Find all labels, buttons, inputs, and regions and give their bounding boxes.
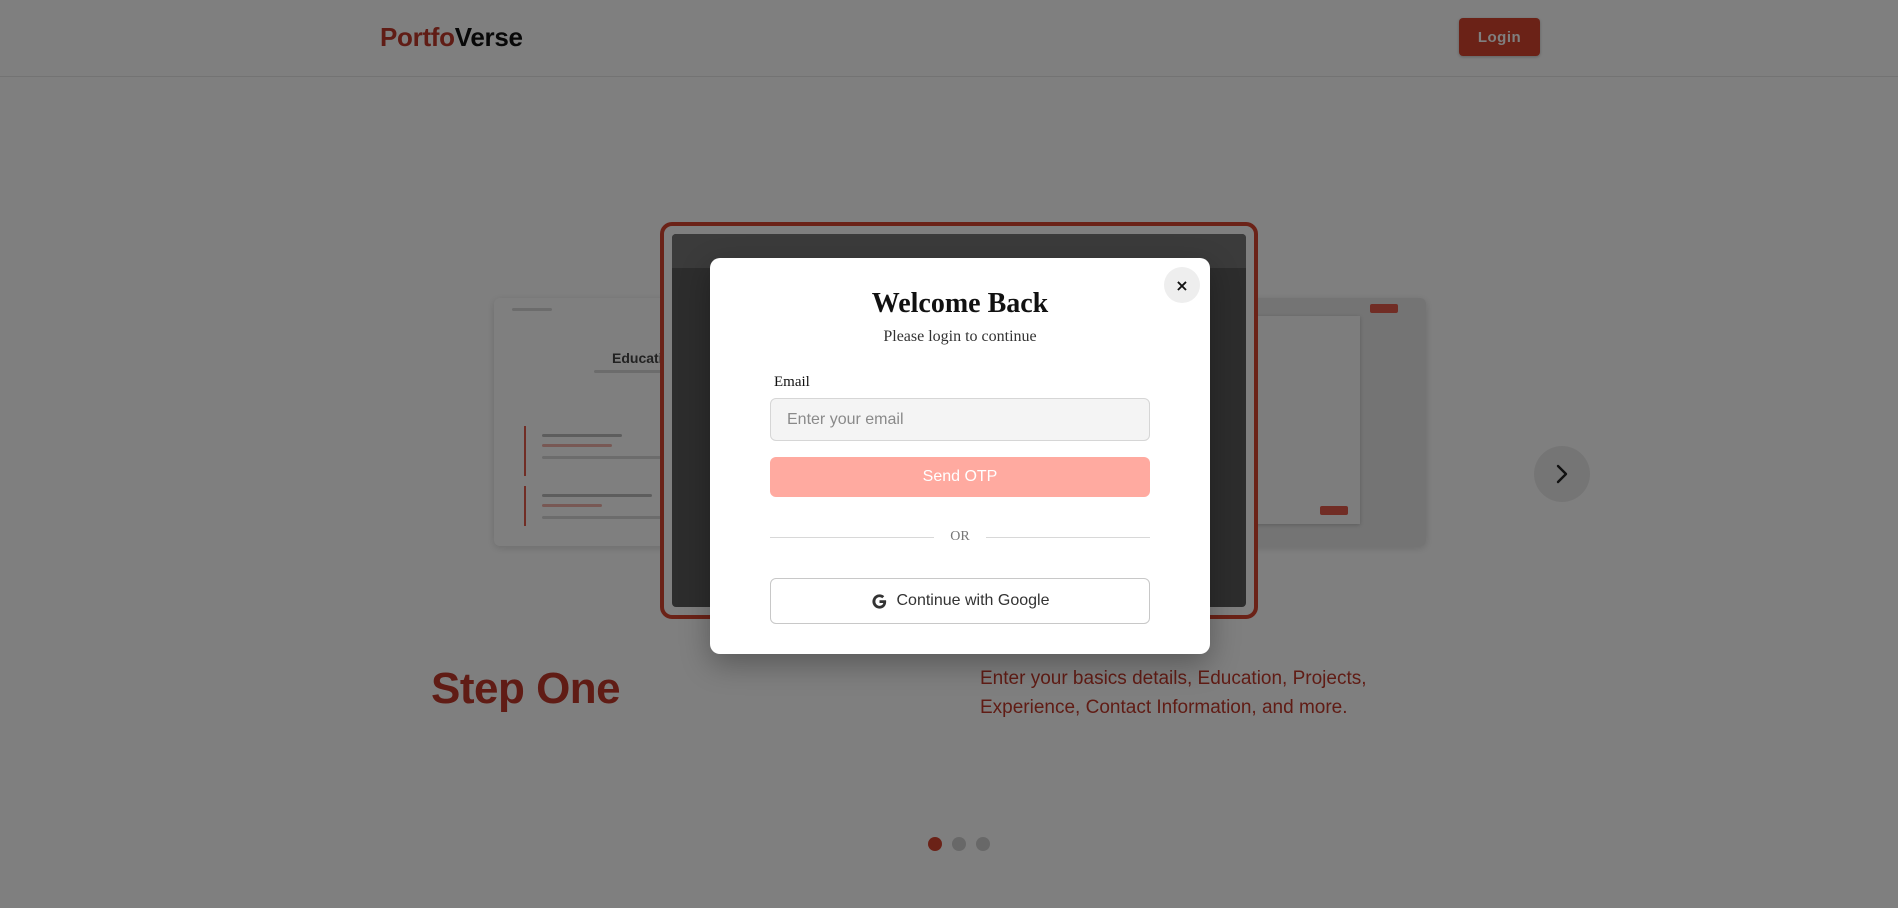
google-login-label: Continue with Google xyxy=(896,592,1050,609)
send-otp-button[interactable]: Send OTP xyxy=(770,457,1150,497)
divider-line xyxy=(770,536,935,538)
modal-title: Welcome Back xyxy=(871,288,1049,319)
modal-subtitle: Please login to continue xyxy=(883,328,1037,345)
divider-line xyxy=(985,536,1151,538)
email-field[interactable] xyxy=(770,398,1150,441)
login-modal: × Welcome Back Please login to continue … xyxy=(710,258,1210,654)
divider-label: OR xyxy=(950,529,970,544)
or-divider: OR xyxy=(770,527,1151,547)
email-label: Email xyxy=(774,374,810,390)
google-login-button[interactable]: Continue with Google xyxy=(770,578,1150,624)
google-icon xyxy=(871,593,886,609)
